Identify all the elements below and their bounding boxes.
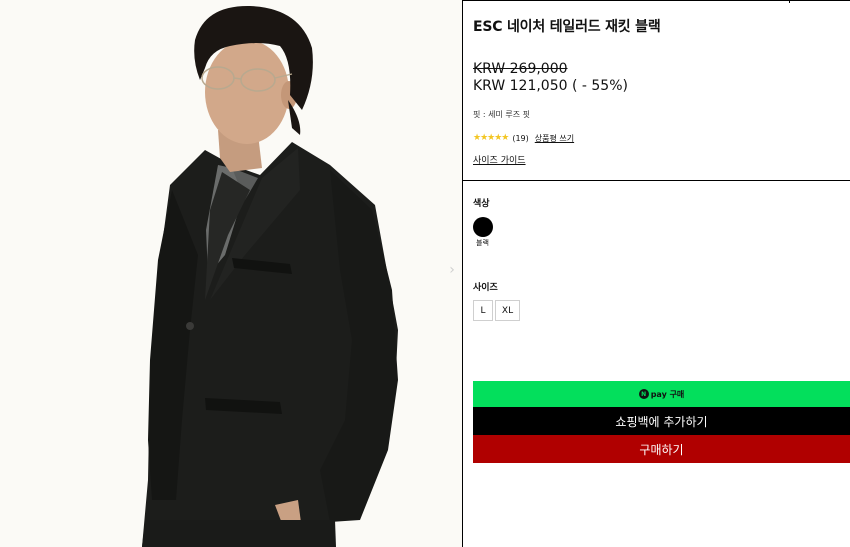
npay-button[interactable]: N pay 구매 bbox=[473, 381, 850, 407]
product-image-gallery[interactable]: › bbox=[0, 0, 462, 547]
add-to-bag-label: 쇼핑백에 추가하기 bbox=[615, 414, 708, 429]
color-swatch-name: 블랙 bbox=[476, 239, 489, 247]
buy-now-label: 구매하기 bbox=[639, 442, 684, 457]
rating-stars-icon: ★★★★★ bbox=[473, 133, 509, 143]
size-option-l[interactable]: L bbox=[473, 300, 493, 321]
vertical-divider bbox=[462, 0, 463, 547]
top-tick bbox=[789, 0, 790, 3]
original-price: KRW 269,000 bbox=[473, 61, 568, 77]
size-guide-link[interactable]: 사이즈 가이드 bbox=[473, 153, 526, 166]
product-photo bbox=[0, 0, 462, 547]
write-review-link[interactable]: 상품평 쓰기 bbox=[535, 133, 574, 144]
sale-price: KRW 121,050 ( - 55%) bbox=[473, 78, 628, 94]
add-to-bag-button[interactable]: 쇼핑백에 추가하기 bbox=[473, 407, 850, 435]
rating-row: ★★★★★ (19) 상품평 쓰기 bbox=[473, 132, 574, 144]
horizontal-divider bbox=[462, 180, 850, 181]
next-image-icon[interactable]: › bbox=[446, 258, 458, 282]
color-swatch-black[interactable] bbox=[473, 217, 493, 237]
size-label: 사이즈 bbox=[473, 283, 498, 293]
size-option-xl[interactable]: XL bbox=[495, 300, 520, 321]
fit-info: 핏 : 세미 루즈 핏 bbox=[473, 110, 531, 119]
color-label: 색상 bbox=[473, 199, 490, 209]
npay-icon: N bbox=[638, 389, 649, 399]
product-page: › ESC 네이처 테일러드 재킷 블랙 KRW 269,000 KRW 121… bbox=[0, 0, 850, 547]
product-title: ESC 네이처 테일러드 재킷 블랙 bbox=[473, 19, 661, 35]
buy-now-button[interactable]: 구매하기 bbox=[473, 435, 850, 463]
npay-label: pay 구매 bbox=[650, 389, 685, 399]
review-count: (19) bbox=[512, 133, 529, 143]
